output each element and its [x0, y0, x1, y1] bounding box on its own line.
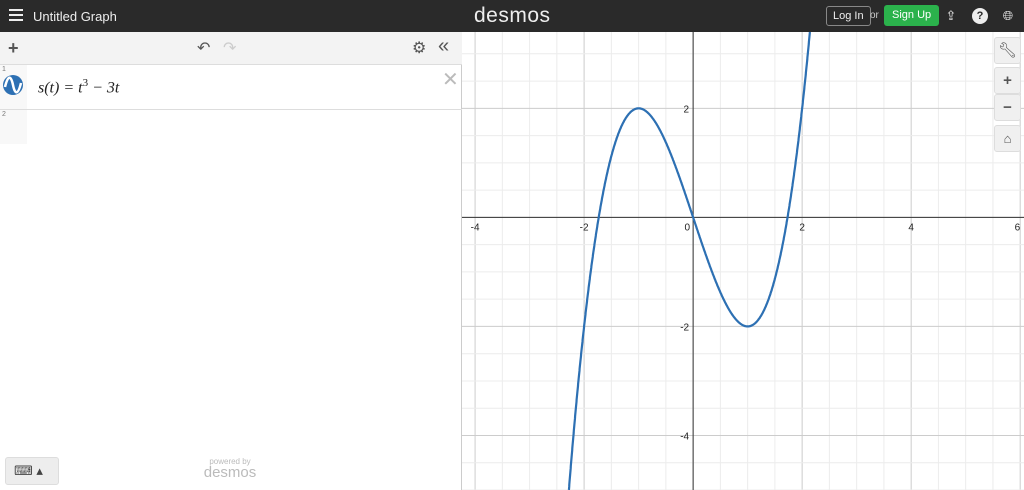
- expression-panel: + ↶ ↷ ⚙ « 1 s(t) = t3 − 3t ✕ 2 ⌨ ▴ power…: [0, 32, 462, 490]
- expression-math[interactable]: s(t) = t3 − 3t: [38, 77, 119, 97]
- x-tick-label: 4: [908, 222, 914, 233]
- expression-row-empty[interactable]: 2: [0, 110, 27, 144]
- redo-icon[interactable]: ↷: [223, 38, 236, 58]
- graph-canvas[interactable]: -4 -2 0 2 4 6 2 -2 -4: [462, 32, 1024, 490]
- expression-row[interactable]: 1 s(t) = t3 − 3t ✕: [0, 65, 462, 110]
- expression-gutter: 1: [0, 65, 27, 109]
- y-tick-label: -4: [680, 431, 689, 442]
- help-icon[interactable]: ?: [972, 8, 988, 24]
- expression-lhs: s(t) = t: [38, 79, 83, 97]
- powered-by-brand: desmos: [203, 464, 257, 481]
- y-tick-label: 2: [684, 104, 690, 115]
- desmos-logo: desmos: [474, 4, 551, 27]
- add-expression-icon[interactable]: +: [8, 38, 19, 59]
- expression-toolbar: + ↶ ↷ ⚙ «: [0, 32, 462, 65]
- home-zoom-icon[interactable]: ⌂: [994, 125, 1021, 152]
- zoom-in-button[interactable]: +: [994, 67, 1021, 94]
- collapse-panel-icon[interactable]: «: [438, 35, 449, 58]
- expression-rhs: − 3t: [88, 79, 120, 97]
- settings-gear-icon[interactable]: ⚙: [412, 38, 426, 58]
- x-tick-label: -4: [471, 222, 480, 233]
- graph-title[interactable]: Untitled Graph: [33, 9, 117, 24]
- expression-index: 2: [2, 111, 6, 118]
- function-curve: [567, 32, 811, 490]
- globe-icon[interactable]: 🌐︎: [1000, 8, 1016, 24]
- graph-color-toggle-icon[interactable]: [2, 74, 24, 96]
- x-tick-label: 0: [685, 222, 691, 233]
- x-tick-label: -2: [580, 222, 589, 233]
- hamburger-menu-icon[interactable]: [9, 9, 23, 21]
- x-tick-label: 2: [799, 222, 805, 233]
- zoom-out-button[interactable]: −: [994, 94, 1021, 121]
- undo-icon[interactable]: ↶: [197, 38, 210, 58]
- powered-by-desmos: powered by desmos: [200, 457, 260, 481]
- login-button[interactable]: Log In: [826, 6, 871, 26]
- y-tick-label: -2: [680, 322, 689, 333]
- keyboard-toggle-button[interactable]: ⌨ ▴: [5, 457, 59, 485]
- top-bar: Untitled Graph desmos Log In or Sign Up …: [0, 0, 1024, 32]
- or-text: or: [870, 10, 879, 21]
- expression-index: 1: [2, 66, 6, 73]
- share-icon[interactable]: ⇪: [943, 8, 959, 24]
- x-tick-label: 6: [1015, 222, 1021, 233]
- graph-settings-wrench-icon[interactable]: 🔧︎: [994, 37, 1021, 64]
- signup-button[interactable]: Sign Up: [884, 5, 940, 26]
- delete-expression-icon[interactable]: ✕: [442, 67, 459, 92]
